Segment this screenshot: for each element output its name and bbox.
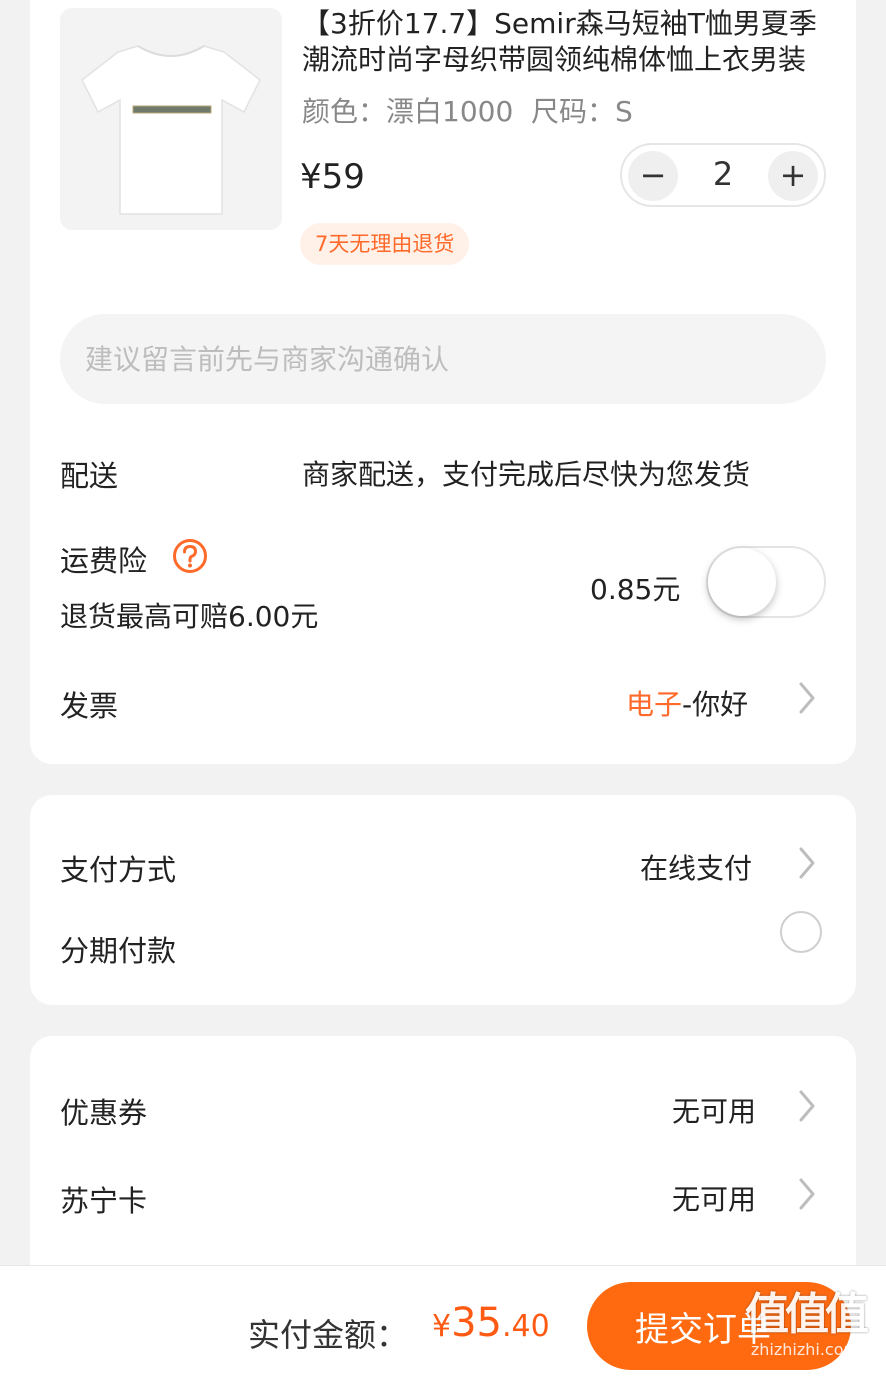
help-icon[interactable] — [172, 538, 208, 574]
shipping-insurance-price: 0.85元 — [590, 573, 681, 606]
quantity-value[interactable]: 2 — [678, 155, 768, 193]
invoice-title[interactable]: -你好 — [682, 683, 748, 723]
delivery-value: 商家配送，支付完成后尽快为您发货 — [302, 458, 751, 491]
total-label: 实付金额： — [248, 1316, 409, 1354]
chevron-right-icon[interactable] — [794, 1174, 820, 1214]
currency-symbol: ¥ — [432, 1309, 452, 1344]
watermark: 值值值 zhizhizhi.com — [730, 1290, 880, 1360]
order-detail-card: 【3折价17.7】Semir森马短袖T恤男夏季潮流时尚字母织带圆领纯棉体恤上衣男… — [30, 0, 856, 764]
installment-radio[interactable] — [780, 911, 822, 953]
product-image[interactable] — [60, 8, 282, 230]
delivery-label: 配送 — [60, 459, 119, 493]
product-price: ¥59 — [300, 157, 365, 197]
shipping-insurance-sub: 退货最高可赔6.00元 — [60, 600, 319, 633]
payment-method-value[interactable]: 在线支付 — [640, 847, 752, 887]
chevron-right-icon[interactable] — [794, 678, 820, 718]
decrease-quantity-button[interactable]: − — [628, 151, 678, 201]
suning-card-value[interactable]: 无可用 — [672, 1178, 756, 1218]
remark-input[interactable] — [60, 314, 826, 404]
invoice-type[interactable]: 电子 — [626, 683, 682, 723]
return-policy-badge: 7天无理由退货 — [300, 223, 470, 265]
chevron-right-icon[interactable] — [794, 1086, 820, 1126]
total-amount-integer: 35 — [451, 1300, 502, 1346]
product-spec: 颜色：漂白1000 尺码：S — [302, 95, 633, 128]
suning-card-label: 苏宁卡 — [60, 1184, 148, 1218]
coupon-value[interactable]: 无可用 — [672, 1090, 756, 1130]
toggle-knob — [708, 548, 776, 616]
installment-label: 分期付款 — [60, 934, 177, 968]
payment-method-label: 支付方式 — [60, 853, 177, 887]
watermark-logo: 值值值 — [745, 1289, 869, 1340]
total-amount: ¥35.40 — [432, 1300, 550, 1346]
increase-quantity-button[interactable]: + — [768, 151, 818, 201]
coupon-label: 优惠券 — [60, 1096, 148, 1130]
chevron-right-icon[interactable] — [794, 843, 820, 883]
watermark-url: zhizhizhi.com — [750, 1340, 860, 1359]
invoice-label: 发票 — [60, 689, 119, 723]
tshirt-icon — [81, 45, 261, 215]
shipping-insurance-label: 运费险 — [60, 544, 148, 578]
quantity-stepper: − 2 + — [620, 143, 826, 207]
shipping-insurance-toggle[interactable] — [706, 546, 826, 618]
product-title[interactable]: 【3折价17.7】Semir森马短袖T恤男夏季潮流时尚字母织带圆领纯棉体恤上衣男… — [302, 6, 832, 78]
total-amount-decimal: .40 — [502, 1309, 550, 1344]
payment-card: 支付方式 在线支付 分期付款 — [30, 795, 856, 1005]
